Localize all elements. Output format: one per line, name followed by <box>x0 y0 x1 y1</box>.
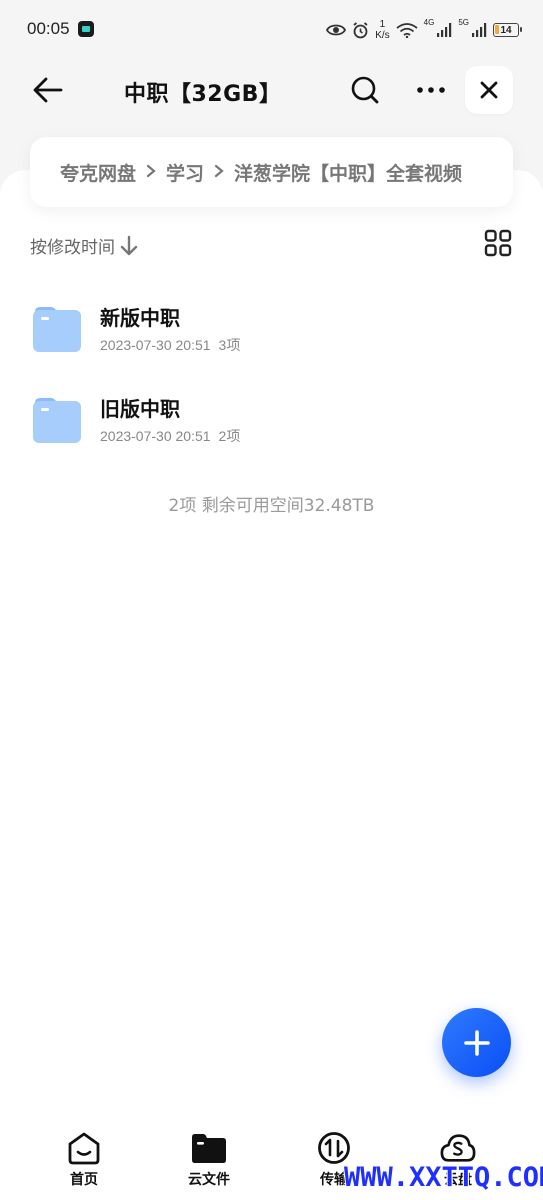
sim1-label: 4G <box>423 17 435 27</box>
home-icon <box>68 1132 100 1165</box>
file-meta: 2023-07-30 20:51 2项 <box>100 426 240 446</box>
search-button[interactable] <box>346 72 384 108</box>
sort-button[interactable]: 按修改时间 <box>30 233 139 258</box>
app-notification-icon <box>78 21 94 37</box>
file-date: 2023-07-30 20:51 <box>100 428 211 444</box>
signal-icon <box>472 23 487 37</box>
watermark: WWW.XXTTQ.COM <box>344 1162 543 1193</box>
file-name: 旧版中职 <box>100 397 180 421</box>
nav-label-home: 首页 <box>70 1172 98 1188</box>
status-time: 00:05 <box>27 19 70 38</box>
file-item[interactable]: 新版中职 2023-07-30 20:51 3项 <box>0 290 543 370</box>
sort-label: 按修改时间 <box>30 238 115 258</box>
file-item[interactable]: 旧版中职 2023-07-30 20:51 2项 <box>0 381 543 461</box>
folder-icon <box>33 307 81 352</box>
network-speed: 1 K/s <box>375 19 390 41</box>
file-count: 3项 <box>218 337 241 353</box>
status-bar: 00:05 1 K/s 4G 5G 14 <box>0 0 543 60</box>
file-meta: 2023-07-30 20:51 3项 <box>100 335 240 355</box>
search-icon <box>351 76 379 104</box>
nav-label-cloud-files: 云文件 <box>188 1172 230 1188</box>
file-count: 2项 <box>218 428 241 444</box>
battery-level: 14 <box>500 24 512 36</box>
close-button[interactable] <box>465 66 513 114</box>
breadcrumb: 夸克网盘 学习 洋葱学院【中职】全套视频 <box>30 137 513 207</box>
breadcrumb-item-root[interactable]: 夸克网盘 <box>60 159 136 186</box>
battery-icon: 14 <box>493 23 522 37</box>
breadcrumb-item-current[interactable]: 洋葱学院【中职】全套视频 <box>234 159 462 186</box>
breadcrumb-fade <box>477 137 513 207</box>
nav-item-cloud-files[interactable]: 云文件 <box>164 1131 254 1189</box>
header: 中职【32GB】 <box>0 60 543 120</box>
cloud-icon <box>440 1134 476 1162</box>
storage-summary: 2项 剩余可用空间32.48TB <box>168 496 375 516</box>
nav-item-home[interactable]: 首页 <box>39 1131 129 1189</box>
breadcrumb-item-study[interactable]: 学习 <box>166 159 204 186</box>
signal-icon <box>437 23 452 37</box>
arrow-left-icon <box>33 77 63 103</box>
file-name: 新版中职 <box>100 306 180 330</box>
add-button[interactable] <box>442 1008 511 1077</box>
chevron-right-icon <box>142 163 160 182</box>
file-date: 2023-07-30 20:51 <box>100 337 211 353</box>
more-dots-icon <box>417 87 445 93</box>
folder-icon <box>192 1134 226 1163</box>
close-icon <box>480 81 498 99</box>
grid-view-button[interactable] <box>484 229 512 257</box>
folder-icon <box>33 398 81 443</box>
sim2-label: 5G <box>458 17 469 27</box>
alarm-icon <box>353 21 368 38</box>
transfer-icon <box>318 1132 350 1164</box>
chevron-right-icon <box>210 163 228 182</box>
eye-icon <box>326 24 347 36</box>
plus-icon <box>463 1029 490 1056</box>
arrow-down-icon <box>120 235 138 255</box>
page-title: 中职【32GB】 <box>124 82 282 107</box>
back-button[interactable] <box>28 72 68 108</box>
status-icons: 1 K/s 4G 5G 14 <box>326 16 522 44</box>
wifi-icon <box>396 23 418 38</box>
more-button[interactable] <box>410 72 452 108</box>
grid-icon <box>484 229 512 257</box>
